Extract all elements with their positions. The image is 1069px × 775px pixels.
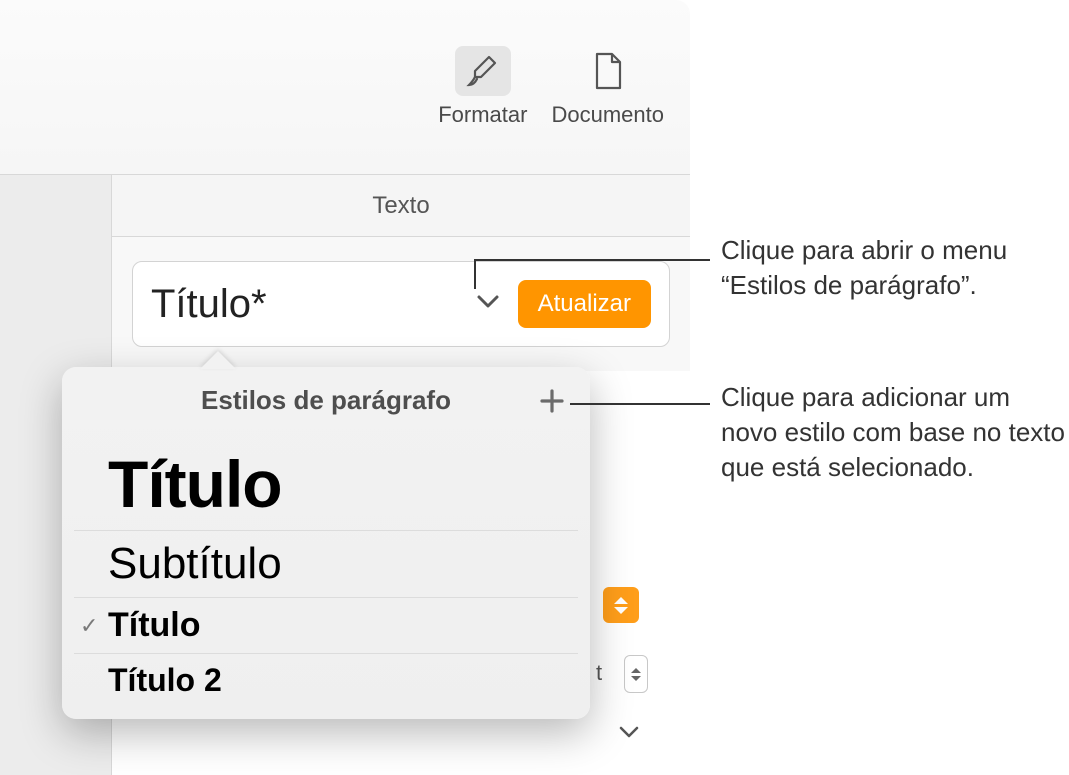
callout-leader: [474, 259, 710, 261]
style-list: Título Subtítulo ✓ Título Título 2: [62, 430, 590, 711]
chevron-down-icon: [476, 294, 500, 315]
style-item-titulo-selected[interactable]: ✓ Título: [74, 598, 578, 654]
style-item-titulo[interactable]: Título: [74, 438, 578, 531]
orange-stepper[interactable]: [603, 587, 639, 623]
callout-open-menu: Clique para abrir o menu “Estilos de par…: [721, 233, 1069, 303]
format-button[interactable]: Formatar: [434, 40, 531, 134]
popover-title: Estilos de parágrafo: [88, 385, 564, 416]
paragraph-styles-popover: Estilos de parágrafo Título Subtítulo ✓ …: [62, 367, 590, 719]
text-tab-label: Texto: [372, 192, 429, 220]
format-label: Formatar: [438, 102, 527, 128]
popover-header: Estilos de parágrafo: [62, 367, 590, 430]
paintbrush-icon: [455, 46, 511, 96]
update-button[interactable]: Atualizar: [518, 280, 651, 328]
document-button[interactable]: Documento: [547, 40, 668, 134]
chevron-down-icon[interactable]: [618, 725, 640, 744]
style-item-label: Título: [108, 606, 201, 645]
document-label: Documento: [551, 102, 664, 128]
style-item-label: Título: [108, 446, 282, 522]
format-panel: Texto Título* Atualizar: [112, 175, 690, 371]
style-item-subtitulo[interactable]: Subtítulo: [74, 531, 578, 598]
text-tab[interactable]: Texto: [112, 175, 690, 237]
paragraph-style-chooser[interactable]: Título* Atualizar: [132, 261, 670, 347]
style-item-label: Título 2: [108, 662, 222, 699]
document-icon: [580, 46, 636, 96]
add-style-button[interactable]: [534, 383, 570, 419]
callout-add-style: Clique para adicionar um novo estilo com…: [721, 380, 1069, 485]
style-item-label: Subtítulo: [108, 539, 282, 589]
checkmark-icon: ✓: [80, 613, 98, 639]
pt-suffix: t: [596, 660, 602, 686]
style-item-titulo2[interactable]: Título 2: [74, 654, 578, 707]
callout-leader: [570, 403, 710, 405]
toolbar: Formatar Documento: [0, 0, 690, 175]
current-style-name: Título*: [151, 282, 476, 327]
size-stepper[interactable]: [624, 655, 648, 693]
